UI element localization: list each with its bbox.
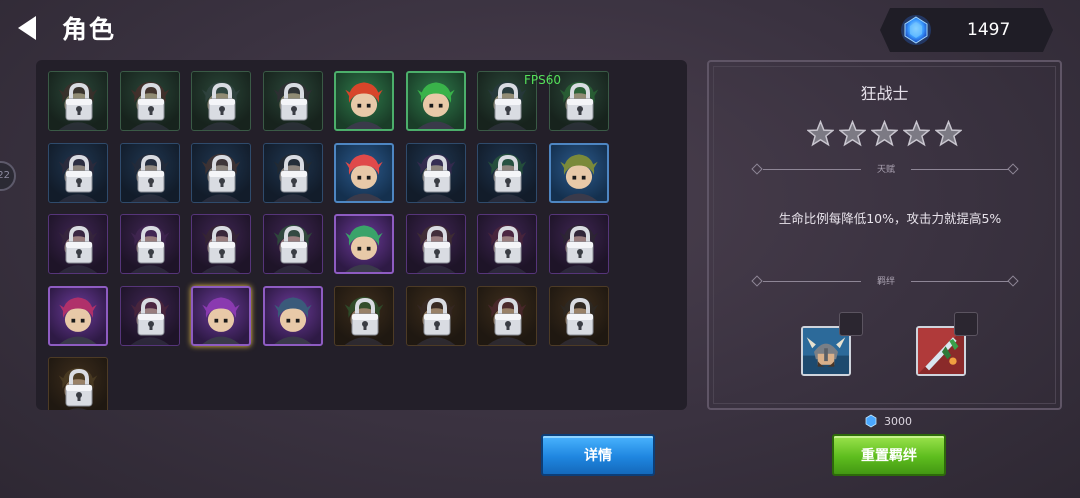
lock-icon: [566, 297, 593, 335]
side-badge[interactable]: 22: [0, 161, 16, 191]
star-icon: [871, 120, 898, 147]
hero-slot-1[interactable]: [48, 71, 108, 131]
back-arrow-icon[interactable]: [18, 16, 36, 40]
hero-grid-panel: [36, 60, 687, 410]
hero-grid: [48, 71, 609, 410]
hero-portrait-icon: [273, 296, 312, 344]
hero-slot-29[interactable]: [334, 285, 394, 346]
lock-icon: [494, 82, 522, 121]
lock-icon: [494, 154, 522, 192]
star-rating: [807, 120, 962, 147]
hero-slot-6[interactable]: [405, 71, 466, 131]
star-icon: [935, 120, 962, 147]
bond-slot-1[interactable]: [801, 312, 863, 376]
hero-portrait-icon: [202, 296, 240, 344]
hero-slot-20[interactable]: [262, 214, 323, 274]
hero-slot-5[interactable]: [334, 71, 394, 131]
hero-slot-18[interactable]: [119, 214, 180, 274]
bond-slot-2[interactable]: [916, 312, 978, 376]
lock-icon: [137, 297, 164, 335]
lock-icon: [351, 297, 379, 335]
talent-divider: 天赋: [751, 163, 1019, 176]
hero-slot-19[interactable]: [191, 214, 251, 274]
currency-value: 1497: [967, 20, 1011, 40]
header: 角色: [18, 8, 116, 48]
lock-icon: [280, 154, 307, 192]
hero-slot-33[interactable]: [48, 357, 108, 410]
fps-counter: FPS60: [524, 73, 562, 87]
lock-icon: [137, 225, 164, 264]
hero-slot-4[interactable]: [262, 71, 323, 131]
lock-icon: [65, 154, 93, 192]
hero-slot-10[interactable]: [119, 142, 180, 203]
hero-slot-3[interactable]: [191, 71, 251, 131]
hero-slot-13[interactable]: [334, 142, 394, 203]
hero-slot-11[interactable]: [191, 142, 251, 203]
small-gem-icon: [865, 414, 877, 428]
lock-icon: [137, 154, 164, 192]
hero-slot-31[interactable]: [477, 285, 537, 346]
hero-slot-2[interactable]: [119, 71, 180, 131]
hero-slot-28[interactable]: [262, 285, 323, 346]
lock-icon: [65, 368, 93, 407]
lock-icon: [65, 82, 93, 121]
hero-slot-21[interactable]: [334, 214, 394, 274]
hero-name: 狂战士: [860, 84, 909, 103]
bond-checkbox-2[interactable]: [954, 312, 978, 336]
hero-slot-24[interactable]: [548, 214, 609, 274]
hero-slot-14[interactable]: [405, 142, 466, 203]
hero-slot-22[interactable]: [405, 214, 466, 274]
star-icon: [807, 120, 834, 147]
bond-checkbox-1[interactable]: [839, 312, 863, 336]
lock-icon: [137, 82, 164, 121]
lock-icon: [566, 225, 593, 264]
lock-icon: [494, 225, 522, 264]
hero-slot-32[interactable]: [548, 285, 609, 346]
hero-portrait-icon: [345, 225, 383, 272]
lock-icon: [280, 82, 307, 121]
hero-portrait-icon: [416, 82, 455, 129]
hero-slot-17[interactable]: [48, 214, 108, 274]
currency-display: 1497: [880, 8, 1053, 52]
reset-bond-button[interactable]: 重置羁绊: [832, 434, 946, 476]
hero-slot-27[interactable]: [191, 285, 251, 346]
hero-slot-26[interactable]: [119, 285, 180, 346]
reset-cost: 3000: [864, 414, 912, 428]
talent-description: 生命比例每降低10%，攻击力就提高5%: [778, 211, 1002, 226]
page-title: 角色: [62, 15, 117, 44]
blue-gem-icon: [901, 15, 931, 45]
lock-icon: [280, 225, 307, 264]
lock-icon: [423, 225, 450, 264]
hero-info-panel: 狂战士 天赋 生命比例每降低10%，攻击力就提高5% 羁绊: [707, 60, 1062, 410]
star-icon: [903, 120, 930, 147]
hero-portrait-icon: [59, 296, 97, 344]
reset-cost-value: 3000: [884, 414, 912, 428]
hero-slot-9[interactable]: [48, 142, 108, 203]
lock-icon: [208, 225, 236, 264]
hero-slot-16[interactable]: [548, 142, 609, 203]
lock-icon: [208, 82, 236, 121]
hero-slot-25[interactable]: [48, 285, 108, 346]
hero-portrait-icon: [559, 153, 598, 201]
hero-portrait-icon: [345, 82, 383, 129]
hero-portrait-icon: [345, 153, 383, 201]
hero-slot-23[interactable]: [477, 214, 537, 274]
star-icon: [839, 120, 866, 147]
lock-icon: [65, 225, 93, 264]
lock-icon: [566, 82, 593, 121]
lock-icon: [208, 154, 236, 192]
hero-slot-30[interactable]: [405, 285, 466, 346]
hero-slot-12[interactable]: [262, 142, 323, 203]
hero-slot-15[interactable]: [477, 142, 537, 203]
bond-divider: 羁绊: [751, 275, 1019, 288]
lock-icon: [423, 154, 450, 192]
detail-button[interactable]: 详情: [541, 434, 655, 476]
lock-icon: [494, 297, 522, 335]
lock-icon: [423, 297, 450, 335]
